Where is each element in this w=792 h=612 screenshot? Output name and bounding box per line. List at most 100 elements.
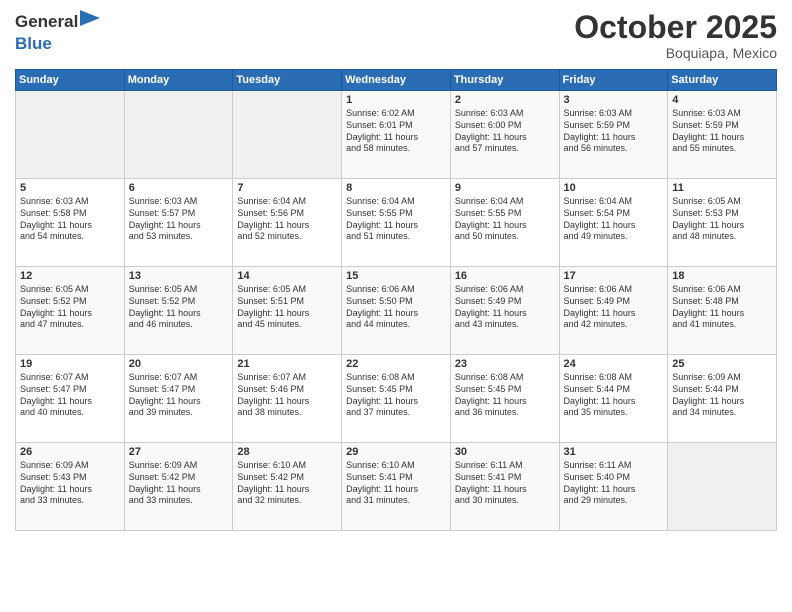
calendar-cell: 31 Sunrise: 6:11 AM Sunset: 5:40 PM Dayli… (559, 443, 668, 531)
calendar-cell: 7 Sunrise: 6:04 AM Sunset: 5:56 PM Daylig… (233, 179, 342, 267)
week-row-5: 26 Sunrise: 6:09 AM Sunset: 5:43 PM Dayli… (16, 443, 777, 531)
calendar-cell: 12 Sunrise: 6:05 AM Sunset: 5:52 PM Dayli… (16, 267, 125, 355)
weekday-monday: Monday (124, 70, 233, 91)
cell-content: Sunrise: 6:10 AM Sunset: 5:41 PM Dayligh… (346, 460, 446, 507)
cell-content: Sunrise: 6:10 AM Sunset: 5:42 PM Dayligh… (237, 460, 337, 507)
cell-content: Sunrise: 6:04 AM Sunset: 5:55 PM Dayligh… (346, 196, 446, 243)
logo-icon (80, 10, 100, 34)
calendar-cell (124, 91, 233, 179)
calendar-cell: 2 Sunrise: 6:03 AM Sunset: 6:00 PM Daylig… (450, 91, 559, 179)
cell-content: Sunrise: 6:09 AM Sunset: 5:43 PM Dayligh… (20, 460, 120, 507)
day-number: 18 (672, 270, 772, 282)
day-number: 28 (237, 446, 337, 458)
calendar-cell: 17 Sunrise: 6:06 AM Sunset: 5:49 PM Dayli… (559, 267, 668, 355)
weekday-wednesday: Wednesday (342, 70, 451, 91)
day-number: 7 (237, 182, 337, 194)
cell-content: Sunrise: 6:07 AM Sunset: 5:47 PM Dayligh… (20, 372, 120, 419)
calendar-cell: 25Sunrise: 6:09 AM Sunset: 5:44 PM Dayli… (668, 355, 777, 443)
day-number: 10 (564, 182, 664, 194)
day-number: 11 (672, 182, 772, 194)
day-number: 24 (564, 358, 664, 370)
day-number: 4 (672, 94, 772, 106)
day-number: 30 (455, 446, 555, 458)
day-number: 29 (346, 446, 446, 458)
day-number: 2 (455, 94, 555, 106)
calendar-cell: 20 Sunrise: 6:07 AM Sunset: 5:47 PM Dayli… (124, 355, 233, 443)
cell-content: Sunrise: 6:07 AM Sunset: 5:46 PM Dayligh… (237, 372, 337, 419)
calendar-cell: 24Sunrise: 6:08 AM Sunset: 5:44 PM Dayli… (559, 355, 668, 443)
day-number: 12 (20, 270, 120, 282)
day-number: 6 (129, 182, 229, 194)
weekday-thursday: Thursday (450, 70, 559, 91)
calendar-cell: 27Sunrise: 6:09 AM Sunset: 5:42 PM Dayli… (124, 443, 233, 531)
calendar-cell: 15 Sunrise: 6:06 AM Sunset: 5:50 PM Dayli… (342, 267, 451, 355)
cell-content: Sunrise: 6:05 AM Sunset: 5:52 PM Dayligh… (20, 284, 120, 331)
calendar-cell (233, 91, 342, 179)
day-number: 14 (237, 270, 337, 282)
day-number: 17 (564, 270, 664, 282)
calendar-cell: 4 Sunrise: 6:03 AM Sunset: 5:59 PM Daylig… (668, 91, 777, 179)
cell-content: Sunrise: 6:02 AM Sunset: 6:01 PM Dayligh… (346, 108, 446, 155)
day-number: 20 (129, 358, 229, 370)
cell-content: Sunrise: 6:09 AM Sunset: 5:42 PM Dayligh… (129, 460, 229, 507)
weekday-tuesday: Tuesday (233, 70, 342, 91)
weekday-saturday: Saturday (668, 70, 777, 91)
cell-content: Sunrise: 6:06 AM Sunset: 5:48 PM Dayligh… (672, 284, 772, 331)
day-number: 5 (20, 182, 120, 194)
cell-content: Sunrise: 6:07 AM Sunset: 5:47 PM Dayligh… (129, 372, 229, 419)
title-block: October 2025 Boquiapa, Mexico (574, 10, 777, 61)
cell-content: Sunrise: 6:11 AM Sunset: 5:40 PM Dayligh… (564, 460, 664, 507)
week-row-2: 5Sunrise: 6:03 AM Sunset: 5:58 PM Daylig… (16, 179, 777, 267)
month-title: October 2025 (574, 10, 777, 45)
logo-general: General (15, 12, 78, 32)
cell-content: Sunrise: 6:09 AM Sunset: 5:44 PM Dayligh… (672, 372, 772, 419)
calendar-cell: 8Sunrise: 6:04 AM Sunset: 5:55 PM Daylig… (342, 179, 451, 267)
cell-content: Sunrise: 6:04 AM Sunset: 5:56 PM Dayligh… (237, 196, 337, 243)
day-number: 3 (564, 94, 664, 106)
calendar-cell: 28 Sunrise: 6:10 AM Sunset: 5:42 PM Dayli… (233, 443, 342, 531)
day-number: 23 (455, 358, 555, 370)
cell-content: Sunrise: 6:05 AM Sunset: 5:53 PM Dayligh… (672, 196, 772, 243)
calendar: SundayMondayTuesdayWednesdayThursdayFrid… (15, 69, 777, 531)
calendar-cell: 19 Sunrise: 6:07 AM Sunset: 5:47 PM Dayli… (16, 355, 125, 443)
cell-content: Sunrise: 6:03 AM Sunset: 5:59 PM Dayligh… (564, 108, 664, 155)
calendar-cell: 21 Sunrise: 6:07 AM Sunset: 5:46 PM Dayli… (233, 355, 342, 443)
calendar-cell: 23 Sunrise: 6:08 AM Sunset: 5:45 PM Dayli… (450, 355, 559, 443)
weekday-header-row: SundayMondayTuesdayWednesdayThursdayFrid… (16, 70, 777, 91)
day-number: 9 (455, 182, 555, 194)
week-row-3: 12 Sunrise: 6:05 AM Sunset: 5:52 PM Dayli… (16, 267, 777, 355)
day-number: 15 (346, 270, 446, 282)
day-number: 19 (20, 358, 120, 370)
cell-content: Sunrise: 6:04 AM Sunset: 5:55 PM Dayligh… (455, 196, 555, 243)
header: General Blue October 2025 Boquiapa, Mexi… (15, 10, 777, 61)
calendar-cell: 1 Sunrise: 6:02 AM Sunset: 6:01 PM Daylig… (342, 91, 451, 179)
cell-content: Sunrise: 6:06 AM Sunset: 5:49 PM Dayligh… (455, 284, 555, 331)
week-row-1: 1 Sunrise: 6:02 AM Sunset: 6:01 PM Daylig… (16, 91, 777, 179)
calendar-cell: 5Sunrise: 6:03 AM Sunset: 5:58 PM Daylig… (16, 179, 125, 267)
day-number: 31 (564, 446, 664, 458)
calendar-cell: 14 Sunrise: 6:05 AM Sunset: 5:51 PM Dayli… (233, 267, 342, 355)
calendar-cell: 29 Sunrise: 6:10 AM Sunset: 5:41 PM Dayli… (342, 443, 451, 531)
calendar-cell: 6 Sunrise: 6:03 AM Sunset: 5:57 PM Daylig… (124, 179, 233, 267)
calendar-cell: 10 Sunrise: 6:04 AM Sunset: 5:54 PM Dayli… (559, 179, 668, 267)
cell-content: Sunrise: 6:04 AM Sunset: 5:54 PM Dayligh… (564, 196, 664, 243)
page: General Blue October 2025 Boquiapa, Mexi… (0, 0, 792, 612)
cell-content: Sunrise: 6:06 AM Sunset: 5:50 PM Dayligh… (346, 284, 446, 331)
calendar-cell: 16Sunrise: 6:06 AM Sunset: 5:49 PM Dayli… (450, 267, 559, 355)
day-number: 21 (237, 358, 337, 370)
day-number: 26 (20, 446, 120, 458)
cell-content: Sunrise: 6:05 AM Sunset: 5:52 PM Dayligh… (129, 284, 229, 331)
week-row-4: 19 Sunrise: 6:07 AM Sunset: 5:47 PM Dayli… (16, 355, 777, 443)
cell-content: Sunrise: 6:05 AM Sunset: 5:51 PM Dayligh… (237, 284, 337, 331)
cell-content: Sunrise: 6:03 AM Sunset: 5:57 PM Dayligh… (129, 196, 229, 243)
day-number: 1 (346, 94, 446, 106)
cell-content: Sunrise: 6:03 AM Sunset: 6:00 PM Dayligh… (455, 108, 555, 155)
cell-content: Sunrise: 6:03 AM Sunset: 5:59 PM Dayligh… (672, 108, 772, 155)
cell-content: Sunrise: 6:11 AM Sunset: 5:41 PM Dayligh… (455, 460, 555, 507)
cell-content: Sunrise: 6:06 AM Sunset: 5:49 PM Dayligh… (564, 284, 664, 331)
cell-content: Sunrise: 6:08 AM Sunset: 5:45 PM Dayligh… (455, 372, 555, 419)
calendar-cell: 22Sunrise: 6:08 AM Sunset: 5:45 PM Dayli… (342, 355, 451, 443)
calendar-cell (668, 443, 777, 531)
calendar-cell: 13Sunrise: 6:05 AM Sunset: 5:52 PM Dayli… (124, 267, 233, 355)
logo-blue: Blue (15, 34, 52, 53)
